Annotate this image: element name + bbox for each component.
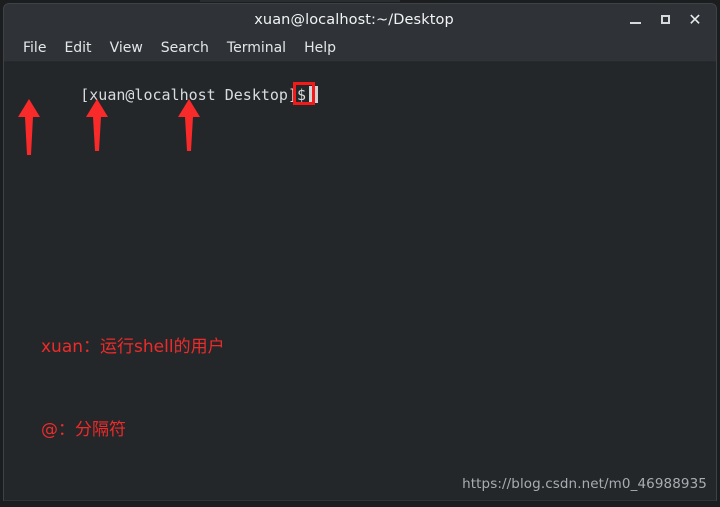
- minimize-icon: [629, 22, 641, 24]
- prompt-symbol: $: [297, 86, 307, 104]
- menu-item-help[interactable]: Help: [295, 38, 345, 59]
- terminal-body[interactable]: [xuan@localhost Desktop]$ xuan：运行shell的用…: [4, 62, 716, 500]
- annotation-line-at: @：分隔符: [41, 419, 126, 440]
- annotation-legend: xuan：运行shell的用户 @：分隔符 localhost：系统主机短名称 …: [41, 279, 332, 500]
- prompt-dollar-wrapper: $: [293, 82, 315, 105]
- window-controls: ✕: [620, 4, 710, 35]
- menu-item-terminal[interactable]: Terminal: [218, 38, 295, 59]
- capture-artifact-sliver: [200, 0, 400, 2]
- terminal-cursor: [309, 86, 319, 103]
- up-arrow-icon: [18, 99, 40, 155]
- window-titlebar[interactable]: xuan@localhost:~/Desktop ✕: [4, 4, 716, 35]
- menu-item-file[interactable]: File: [14, 38, 55, 59]
- minimize-button[interactable]: [620, 6, 650, 34]
- screen-root: xuan@localhost:~/Desktop ✕ File Edit Vie…: [0, 0, 720, 507]
- annotation-line-xuan: xuan：运行shell的用户: [41, 337, 225, 357]
- menu-item-edit[interactable]: Edit: [55, 38, 100, 59]
- arrow-xuan: [17, 99, 41, 155]
- up-arrow-icon: [86, 99, 108, 151]
- shell-prompt-line: [xuan@localhost Desktop]$: [8, 67, 319, 124]
- close-icon: ✕: [688, 9, 702, 29]
- arrow-localhost: [177, 99, 201, 155]
- close-button[interactable]: ✕: [680, 6, 710, 34]
- maximize-button[interactable]: [650, 6, 680, 34]
- window-title: xuan@localhost:~/Desktop: [254, 11, 454, 28]
- menu-item-search[interactable]: Search: [152, 38, 218, 59]
- menubar: File Edit View Search Terminal Help: [4, 35, 716, 62]
- terminal-window: xuan@localhost:~/Desktop ✕ File Edit Vie…: [3, 3, 717, 501]
- up-arrow-icon: [178, 99, 200, 151]
- maximize-icon: [660, 15, 670, 24]
- menu-item-view[interactable]: View: [101, 38, 152, 59]
- arrow-at: [85, 99, 109, 155]
- watermark-url: https://blog.csdn.net/m0_46988935: [462, 476, 707, 492]
- annotation-line-localhost: localhost：系统主机短名称: [41, 499, 332, 500]
